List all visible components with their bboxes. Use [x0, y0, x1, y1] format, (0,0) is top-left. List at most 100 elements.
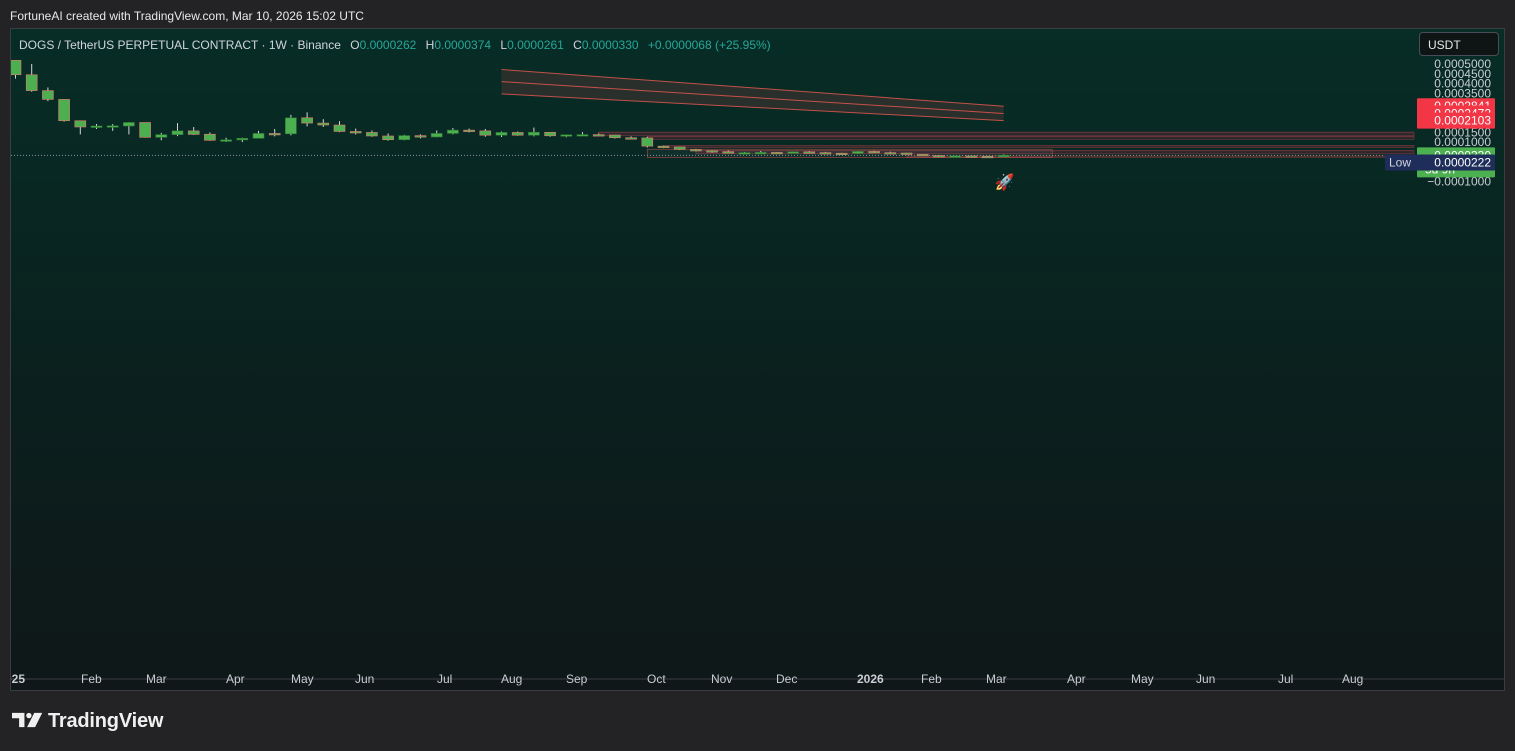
candle — [123, 122, 135, 135]
candle-body — [754, 152, 767, 155]
candle-body — [139, 122, 151, 138]
candle-body — [333, 124, 346, 132]
candle — [949, 155, 961, 158]
candle-body — [511, 132, 524, 136]
symbol-title: DOGS / TetherUS PERPETUAL CONTRACT · 1W … — [19, 38, 341, 52]
candle — [625, 136, 637, 140]
candle-body — [414, 135, 427, 138]
candle — [171, 123, 184, 137]
candle-body — [204, 133, 216, 141]
candle-body — [933, 155, 945, 158]
candle — [641, 136, 654, 148]
candle — [544, 131, 556, 137]
candle-body — [868, 151, 880, 154]
candle — [609, 134, 621, 139]
candle — [981, 155, 994, 159]
currency-selector[interactable]: USDT — [1419, 32, 1499, 56]
candle — [495, 131, 508, 137]
candle — [576, 132, 589, 137]
candle — [317, 119, 330, 127]
channel-fill — [501, 69, 1004, 121]
candle — [204, 132, 216, 141]
candle — [787, 151, 799, 154]
candle-body — [58, 99, 70, 122]
candle — [139, 122, 151, 138]
candle-body — [787, 151, 799, 154]
candle-body — [11, 59, 22, 76]
open-label: O — [350, 38, 360, 52]
candle — [835, 152, 848, 155]
candle-body — [236, 138, 249, 141]
candle-body — [900, 152, 913, 155]
candle — [706, 150, 718, 153]
candle-body — [252, 133, 265, 139]
brand-name: TradingView — [48, 710, 164, 732]
candle-body — [479, 130, 492, 136]
candle-body — [349, 131, 362, 134]
candle — [333, 121, 346, 133]
x-axis-tick: Nov — [711, 672, 732, 686]
x-axis-tick: Mar — [146, 672, 167, 686]
tradingview-logo-icon — [12, 712, 43, 728]
price-label: 0.0002103 — [1434, 114, 1491, 128]
chart-area[interactable]: 🚀 0.0005000 0.0004500 0.0004000 0.0003500 0.0… — [10, 28, 1505, 691]
x-axis-tick: Jul — [437, 672, 452, 686]
low-marker-value: 0.0000222 — [1434, 155, 1491, 169]
candle-body — [835, 152, 848, 155]
candle-body — [106, 125, 119, 128]
candle — [560, 134, 573, 138]
candle — [90, 124, 103, 129]
candle-body — [544, 131, 556, 137]
candle — [463, 128, 475, 133]
zone-band-highlight-1 — [647, 136, 1414, 138]
candle-body — [673, 146, 686, 150]
candle-body — [301, 117, 313, 124]
x-axis-tick: Feb — [81, 672, 102, 686]
price-chart[interactable]: 🚀0.00050000.00045000.00040000.00035000.0… — [11, 29, 1505, 691]
symbol-legend[interactable]: DOGS / TetherUS PERPETUAL CONTRACT · 1W … — [19, 38, 771, 52]
candle-body — [171, 130, 184, 135]
candle-body — [641, 137, 654, 147]
x-axis-tick: Jun — [1196, 672, 1215, 686]
candle-body — [771, 152, 783, 155]
x-axis-tick: Apr — [1067, 672, 1086, 686]
x-axis-tick: Jun — [355, 672, 374, 686]
candle-body — [398, 135, 411, 140]
candle-body — [819, 152, 832, 155]
candle — [511, 131, 524, 136]
chart-caption: FortuneAI created with TradingView.com, … — [10, 9, 364, 23]
candle-body — [884, 152, 897, 155]
candle — [252, 130, 265, 139]
candle-body — [592, 134, 605, 137]
rocket-icon: 🚀 — [995, 172, 1015, 191]
candle-body — [609, 134, 621, 139]
x-axis-tick: 2026 — [857, 672, 884, 686]
candle — [11, 59, 22, 79]
candle — [933, 154, 945, 158]
candle-body — [949, 155, 961, 158]
zone-band-highlight-2 — [663, 145, 1414, 147]
candle-body — [155, 134, 168, 138]
candle — [965, 155, 978, 158]
candle-body — [738, 152, 751, 155]
candle — [447, 127, 459, 135]
candle-body — [495, 132, 508, 136]
candle — [58, 99, 70, 122]
x-axis-tick: 025 — [11, 672, 25, 686]
candle-body — [90, 125, 103, 128]
x-axis-tick: Aug — [501, 672, 522, 686]
candle-body — [706, 150, 718, 153]
candle — [155, 132, 168, 141]
x-axis-tick: Sep — [566, 672, 588, 686]
candle — [398, 134, 411, 141]
candle — [220, 137, 232, 143]
candle-body — [576, 134, 589, 137]
candle-body — [625, 137, 637, 140]
candle — [690, 148, 702, 152]
x-axis-tick: Jul — [1278, 672, 1293, 686]
x-axis-tick: Aug — [1342, 672, 1363, 686]
tradingview-brand[interactable]: TradingView — [12, 710, 163, 733]
candle-body — [463, 129, 475, 132]
candle — [738, 152, 751, 155]
candle-body — [317, 122, 330, 126]
